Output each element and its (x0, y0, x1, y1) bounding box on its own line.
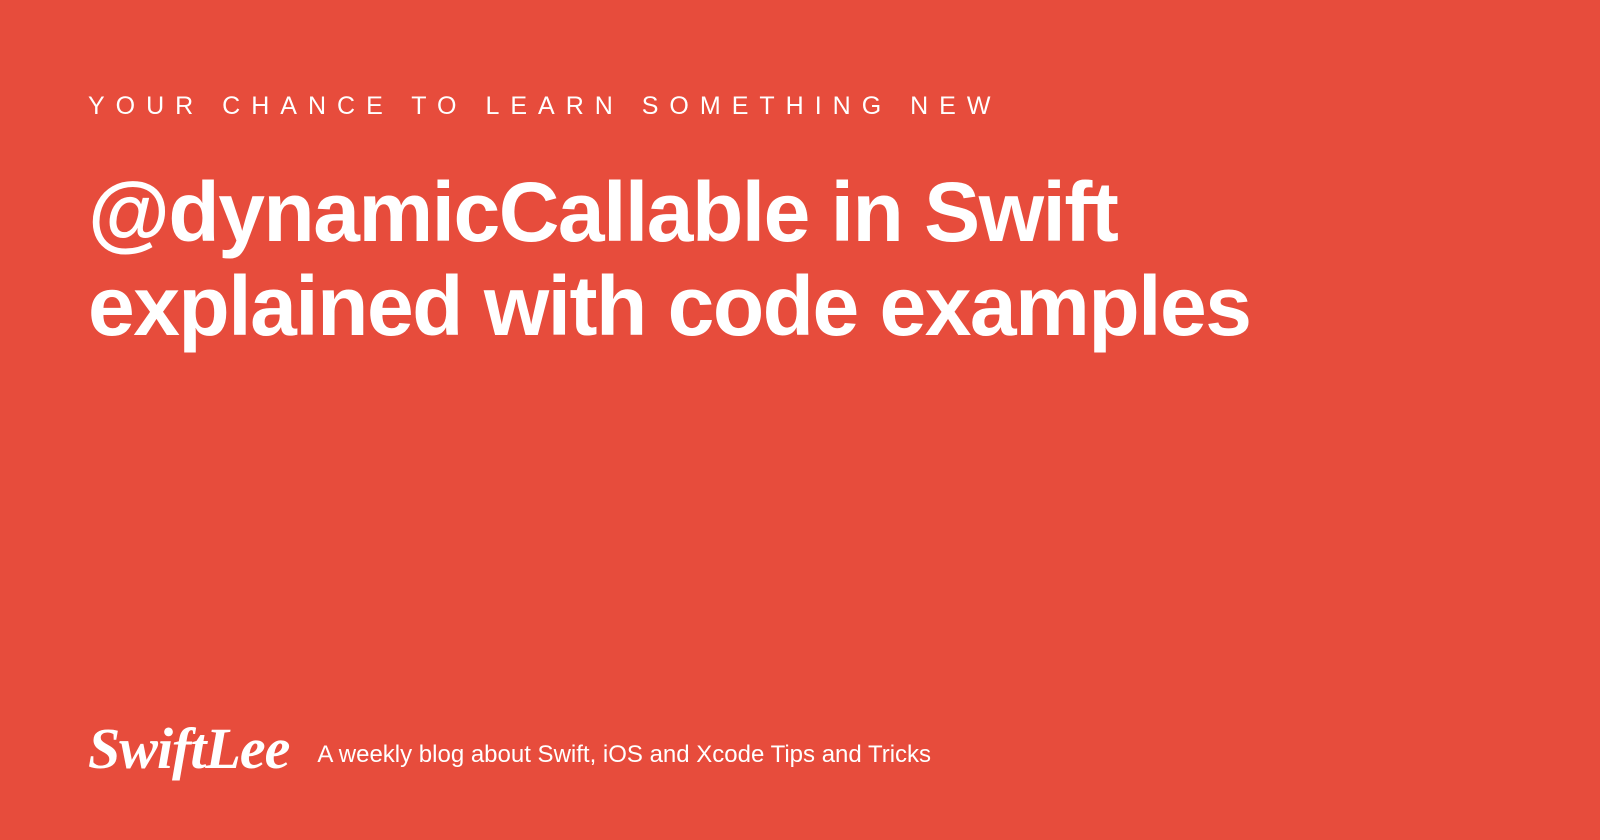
footer-area: SwiftLee A weekly blog about Swift, iOS … (88, 720, 931, 778)
brand-tagline: A weekly blog about Swift, iOS and Xcode… (317, 729, 931, 769)
content-area: YOUR CHANCE TO LEARN SOMETHING NEW @dyna… (0, 0, 1600, 353)
brand-logo: SwiftLee (88, 720, 289, 778)
article-headline: @dynamicCallable in Swift explained with… (88, 165, 1488, 353)
eyebrow-text: YOUR CHANCE TO LEARN SOMETHING NEW (88, 92, 1512, 121)
